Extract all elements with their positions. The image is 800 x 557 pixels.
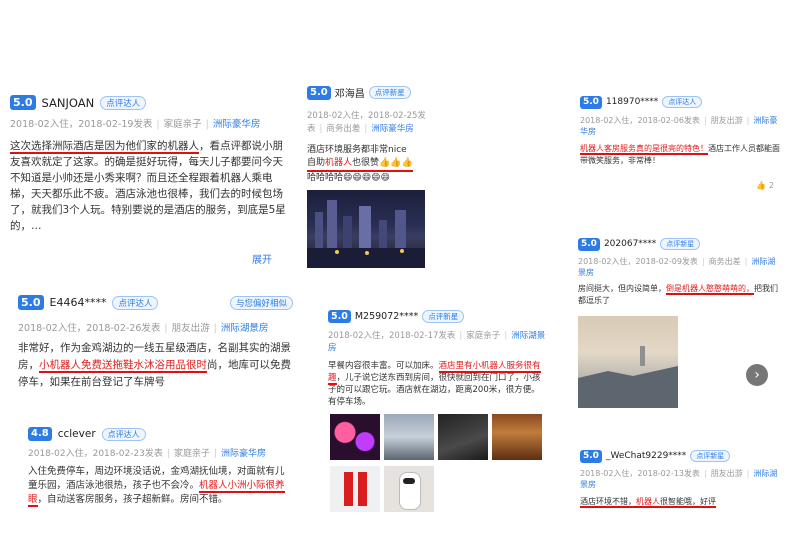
review-photo-grid [330,414,542,522]
review-text: 机器人客房服务真的是很亮的特色！酒店工作人员都能面带微笑服务，非常棒！ [580,143,780,165]
reviewer-name[interactable]: cclever [58,428,96,440]
review-text: 入住免费停车，周边环境没话说，金鸡湖抚仙境，对面就有儿童乐园，酒店泳池很热，孩子… [28,466,285,507]
thumbs-up-emoji: 👍👍👍 [379,158,413,168]
review-text: 这次选择洲际酒店是因为他们家的机器人，看点评都说小朋友喜欢就定了这家。的确是挺好… [10,140,286,233]
review-meta: 2018-02入住，2018-02-06发表 | 朋友出游 | 洲际豪华房 [580,115,778,136]
review-meta: 2018-02入住，2018-02-23发表 | 家庭亲子 | 洲际豪华房 [28,449,267,459]
review-meta: 2018-02入住，2018-02-25发表 | 商务出差 | 洲际豪华房 [307,111,426,134]
similar-preference-tag: 与您偏好相似 [229,295,293,310]
review-text: 酒店环境服务都非常nice 自助机器人也很赞👍👍👍 哈哈哈哈😄😄😄😄😄 [307,145,413,183]
review-text: 早餐内容很丰富。可以加床。酒店里有小机器人服务很有趣，儿子说它送东西到房间，很快… [328,361,541,408]
lake-view-image [578,346,678,408]
reviewer-name[interactable]: SANJOAN [42,96,95,110]
review-card-2: 5.0 E4464**** 点评达人 与您偏好相似 2018-02入住，2018… [18,295,293,410]
reviewer-level-badge: 点评新星 [368,86,411,99]
score-badge: 5.0 [18,295,44,311]
score-badge: 5.0 [580,450,602,463]
room-type-link[interactable]: 洲际豪华房 [213,119,261,130]
review-card-7: 5.0 202067**** 点评新星 2018-02入住，2018-02-09… [578,238,783,316]
reviewer-name[interactable]: 118970**** [606,97,658,107]
review-highlight: 倒是机器人憨憨萌萌的， [666,283,754,295]
like-button[interactable]: 👍 2 [756,181,774,190]
reviewer-name[interactable]: 202067**** [604,239,656,249]
chevron-right-icon[interactable]: › [746,364,768,386]
reviewer-name[interactable]: 邓海昌 [335,85,365,100]
score-badge: 5.0 [307,85,331,100]
review-photo-lake[interactable] [384,414,434,460]
score-badge: 5.0 [580,96,602,109]
review-card-6: 5.0 118970**** 点评达人 2018-02入住，2018-02-06… [580,96,780,196]
reviewer-level-badge: 点评达人 [100,95,147,110]
thumbs-up-icon: 👍 [756,181,767,190]
review-meta: 2018-02入住，2018-02-17发表 | 家庭亲子 | 洲际湖景房 [328,331,546,354]
review-meta: 2018-02入住，2018-02-13发表 | 朋友出游 | 洲际湖景房 [580,468,778,489]
room-type-link[interactable]: 洲际湖景房 [221,323,269,334]
review-photo-buffet[interactable] [492,414,542,460]
review-meta: 2018-02入住，2018-02-09发表 | 商务出差 | 洲际湖景房 [578,256,776,277]
laugh-emoji: 😄😄😄😄😄 [343,173,390,183]
review-highlight: 机器人 [636,496,660,506]
expand-link[interactable]: 展开 [252,251,272,266]
review-photo-robot[interactable] [384,466,434,512]
reviewer-name[interactable]: E4464**** [50,296,107,309]
reviewer-level-badge: 点评达人 [662,96,703,109]
city-skyline-image [307,200,425,268]
checkin-date: 2018-02入住， [10,119,79,131]
reviewer-level-badge: 点评新星 [422,310,465,324]
review-highlight: 机器人客房服务真的是很亮的特色！ [580,143,708,155]
review-photo-city-night[interactable] [307,190,425,268]
review-card-5: 5.0 M259072**** 点评新星 2018-02入住，2018-02-1… [328,310,548,420]
review-highlight: 小机器人免费送拖鞋水沐浴用品很时 [39,359,207,374]
review-text: 房间挺大，但内设简单，倒是机器人憨憨萌萌的，把我们都逗乐了 [578,283,778,305]
reviewer-name[interactable]: M259072**** [355,311,418,322]
review-photo-lanterns[interactable] [330,414,380,460]
score-badge: 4.8 [28,427,52,441]
score-badge: 5.0 [578,238,600,251]
score-badge: 5.0 [328,310,351,324]
post-date: 2018-02-19发表 [78,119,153,131]
reviewer-name[interactable]: _WeChat9229**** [606,451,686,461]
review-meta: 2018-02入住，2018-02-19发表 | 家庭亲子 | 洲际豪华房 [10,119,261,131]
review-photo-dark-night[interactable] [438,414,488,460]
trip-type: 家庭亲子 [163,119,202,131]
review-card-8: 5.0 _WeChat9229**** 点评新星 2018-02入住，2018-… [580,450,785,520]
reviewer-level-badge: 点评达人 [101,427,146,441]
review-highlight: 机器人 [325,158,353,168]
review-photo-hazy-lake[interactable] [578,316,678,408]
reviewer-level-badge: 点评达人 [112,295,159,310]
review-highlight: 这次选择洲际酒店是因为他们家的机器人 [10,140,199,155]
review-card-1: 5.0 SANJOAN 点评达人 2018-02入住，2018-02-19发表 |… [10,95,290,270]
review-text: 酒店环境不错，机器人很智能哦，好评 [580,496,716,508]
review-photo-red-lanterns[interactable] [330,466,380,512]
review-meta: 2018-02入住，2018-02-26发表 | 朋友出游 | 洲际湖景房 [18,323,269,335]
review-text: 非常好，作为金鸡湖边的一线五星级酒店，名副其实的湖景房，小机器人免费送拖鞋水沐浴… [18,342,291,389]
room-type-link[interactable]: 洲际豪华房 [221,449,266,459]
reviewer-level-badge: 点评新星 [660,238,701,251]
review-card-3: 4.8 cclever 点评达人 2018-02入住，2018-02-23发表 |… [28,427,290,552]
reviewer-level-badge: 点评新星 [690,450,731,463]
room-type-link[interactable]: 洲际豪华房 [371,124,414,134]
like-count: 2 [768,181,774,190]
score-badge: 5.0 [10,95,36,111]
